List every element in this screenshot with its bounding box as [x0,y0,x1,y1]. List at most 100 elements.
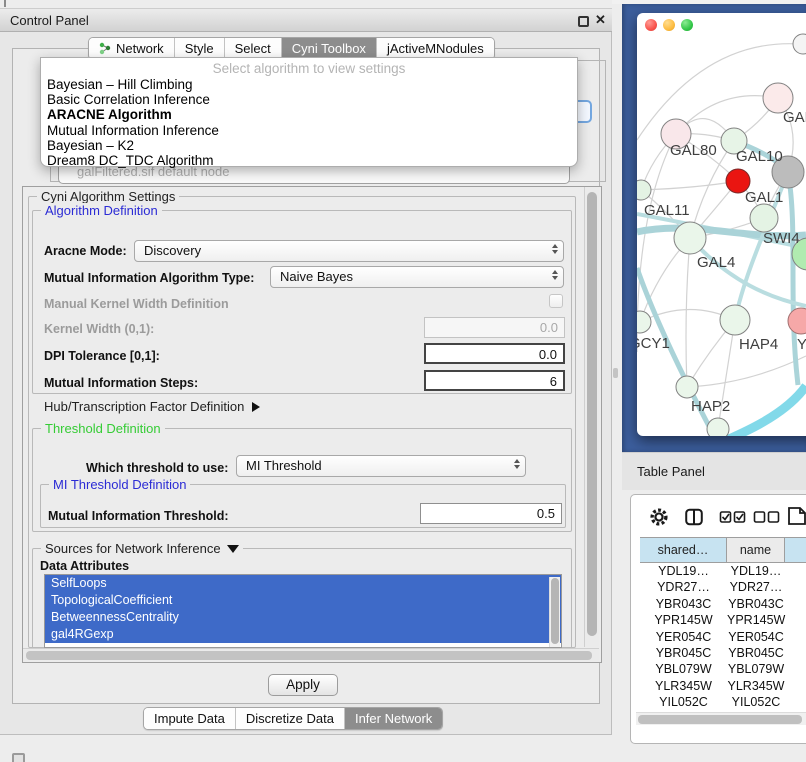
table-row[interactable]: YBR045CYBR045C9. [640,645,806,661]
table-horizontal-scrollbar[interactable] [636,712,806,725]
aracne-mode-label: Aracne Mode: [44,244,127,258]
mi-steps-field[interactable]: 6 [424,370,565,391]
table-row[interactable]: YIL052CYIL052C9 [640,694,806,707]
column-header-name[interactable]: name [727,537,785,563]
table-cell: 9. [785,645,806,661]
kernel-width-field[interactable]: 0.0 [424,317,565,338]
network-window[interactable]: GAL GAL80 GAL10 GAL1 GAL11 SWI4 GAL4 GCY… [637,13,806,436]
table-cell: YDR27… [640,579,727,595]
table-window: shared… name YDL19…YDL19…13YDR27…YDR27…1… [630,494,806,744]
table-panel-header: Table Panel [622,452,806,490]
scrollbar-thumb[interactable] [26,651,592,660]
aracne-mode-combobox[interactable]: Discovery [134,240,564,262]
deselect-all-columns-icon[interactable] [753,510,781,524]
node-label: GAL80 [670,142,717,159]
close-icon[interactable]: ✕ [595,12,606,28]
tab-jactivemnodules[interactable]: jActiveMNodules [376,38,494,59]
table-cell [785,661,806,677]
dpi-tolerance-field[interactable]: 0.0 [424,343,565,364]
network-icon [99,42,112,55]
node-label: HAP4 [739,336,778,353]
minimized-panel-icon[interactable] [12,753,25,762]
select-all-columns-icon[interactable] [719,510,747,524]
network-canvas[interactable]: GAL GAL80 GAL10 GAL1 GAL11 SWI4 GAL4 GCY… [637,13,806,436]
dropdown-item-bayesian-k2[interactable]: Bayesian – K2 [41,138,577,153]
node-partial-bottom[interactable] [707,418,729,436]
table-cell: 9. [785,612,806,628]
tab-label: Discretize Data [246,711,334,726]
tab-discretize-data[interactable]: Discretize Data [235,708,344,729]
node-gcy1[interactable] [637,311,651,333]
tab-network[interactable]: Network [89,38,174,59]
node-hap4[interactable] [720,305,750,335]
which-threshold-combobox[interactable]: MI Threshold [236,455,526,477]
list-scrollbar[interactable] [549,577,560,647]
tab-cyni-toolbox[interactable]: Cyni Toolbox [281,38,376,59]
node-gal1[interactable] [750,204,778,232]
algorithm-dropdown-popup: Select algorithm to view settings Bayesi… [40,57,578,167]
tab-style[interactable]: Style [174,38,224,59]
table-row[interactable]: YER054CYER054C8. [640,629,806,645]
sources-label: Sources for Network Inference [45,541,221,556]
dropdown-item-aracne[interactable]: ARACNE Algorithm [41,107,577,122]
scrollbar-thumb[interactable] [638,715,802,724]
dropdown-item-dream8[interactable]: Dream8 DC_TDC Algorithm [41,153,577,168]
list-item[interactable]: BetweennessCentrality [45,609,561,626]
table-cell: 12 [785,579,806,595]
node-label: Y [797,336,806,353]
mi-threshold-label: Mutual Information Threshold: [48,509,229,523]
dropdown-item-mutual-information[interactable]: Mutual Information Inference [41,123,577,138]
table-row[interactable]: YDL19…YDL19…13 [640,563,806,579]
table-row[interactable]: YDR27…YDR27…12 [640,579,806,595]
list-item[interactable]: SelfLoops [45,575,561,592]
table-body: YDL19…YDL19…13YDR27…YDR27…12YBR043CYBR04… [640,563,806,707]
data-attributes-label: Data Attributes [40,559,129,573]
table-cell [785,596,806,612]
list-item[interactable]: TopologicalCoefficient [45,592,561,609]
tab-label: Cyni Toolbox [292,41,366,56]
group-title: MI Threshold Definition [49,477,190,492]
tab-label: Network [116,41,164,56]
table-cell: YDR27… [727,579,785,595]
node-salmon[interactable] [788,308,806,334]
table-row[interactable]: YLR345WYLR345W9. [640,678,806,694]
kernel-width-label: Kernel Width (0,1): [44,322,154,336]
apply-button[interactable]: Apply [268,674,338,696]
column-header-partial[interactable] [785,537,806,563]
scrollbar-thumb[interactable] [587,192,597,636]
show-columns-icon[interactable] [684,507,704,527]
manual-kernel-checkbox[interactable] [549,294,563,308]
table-cell: YER054C [727,629,785,645]
table-cell: YLR345W [727,678,785,694]
node-label: GCY1 [637,335,670,352]
mi-threshold-field[interactable]: 0.5 [420,503,562,524]
node-partial-top[interactable] [793,34,806,54]
sources-title[interactable]: Sources for Network Inference [41,541,243,556]
settings-vertical-scrollbar[interactable] [584,187,599,647]
function-builder-icon[interactable] [787,506,806,526]
tab-label: Impute Data [154,711,225,726]
tab-select[interactable]: Select [224,38,281,59]
table-cell: YIL052C [727,694,785,707]
node-gal4[interactable] [674,222,706,254]
settings-horizontal-scrollbar[interactable] [23,648,599,661]
table-row[interactable]: YPR145WYPR145W9. [640,612,806,628]
control-panel-titlebar[interactable]: Control Panel ✕ [0,8,612,32]
table-cell: YBR043C [640,596,727,612]
mi-type-combobox[interactable]: Naive Bayes [270,266,564,288]
list-item[interactable]: gal4RGexp [45,626,561,643]
node-hap2[interactable] [676,376,698,398]
column-header-shared-name[interactable]: shared… [640,537,727,563]
dropdown-item-bayesian-hill-climbing[interactable]: Bayesian – Hill Climbing [41,77,577,92]
dropdown-item-basic-correlation[interactable]: Basic Correlation Inference [41,92,577,107]
tab-infer-network[interactable]: Infer Network [344,708,442,729]
gear-icon[interactable] [649,507,669,527]
table-row[interactable]: YBL079WYBL079W [640,661,806,677]
dpi-tolerance-label: DPI Tolerance [0,1]: [44,349,160,363]
float-window-icon[interactable] [578,16,589,27]
table-row[interactable]: YBR043CYBR043C [640,596,806,612]
panel-splitter-handle[interactable] [613,368,618,378]
combo-arrows-icon [552,244,558,254]
tab-impute-data[interactable]: Impute Data [144,708,235,729]
hub-section-toggle[interactable]: Hub/Transcription Factor Definition [44,399,260,414]
